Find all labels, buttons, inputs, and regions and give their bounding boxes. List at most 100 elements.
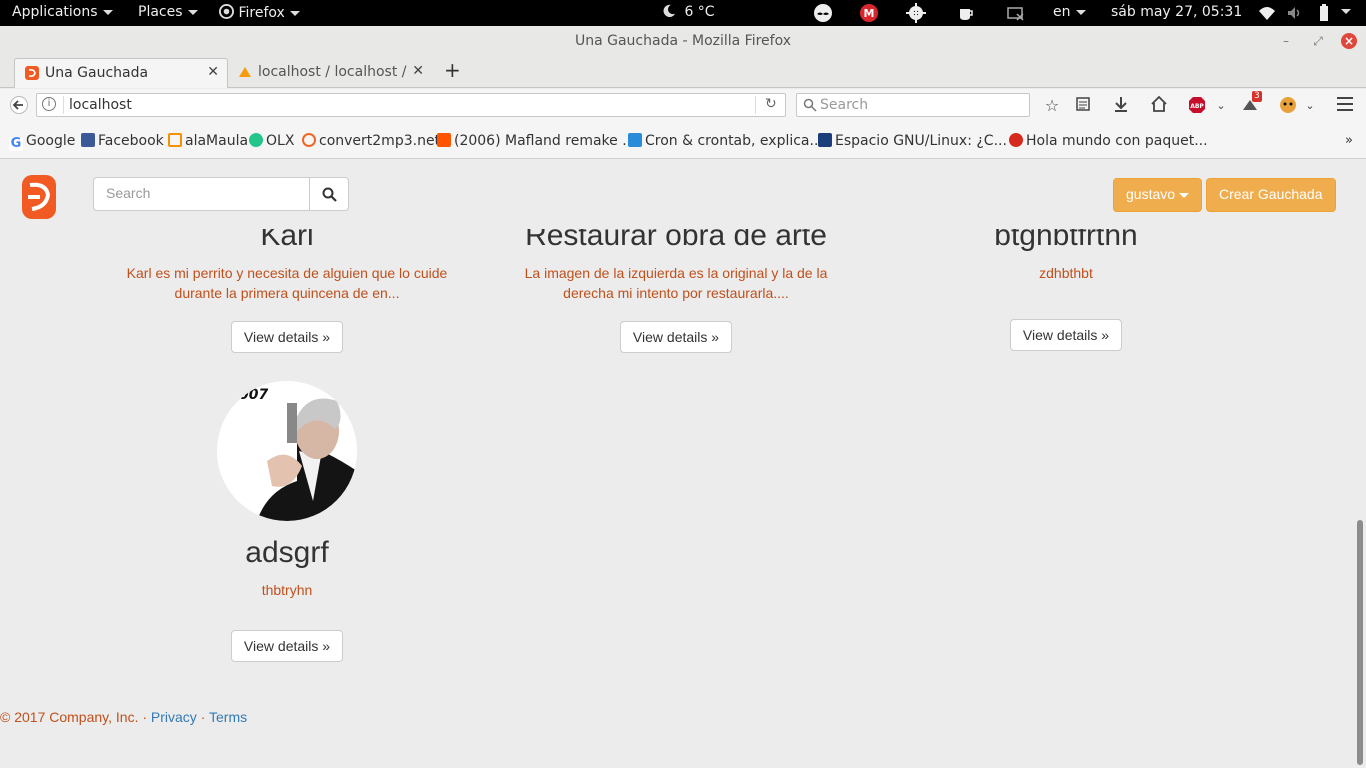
tab-label: Una Gauchada bbox=[45, 65, 149, 81]
svg-text:007: 007 bbox=[239, 387, 268, 403]
view-details-button[interactable]: View details » bbox=[230, 630, 344, 662]
tab-una-gauchada[interactable]: Una Gauchada ✕ bbox=[14, 58, 228, 88]
site-search-button[interactable] bbox=[309, 177, 349, 211]
minimize-button[interactable]: – bbox=[1278, 33, 1294, 49]
gauchada-card: btghbtfrthn zdhbthbt View details » bbox=[871, 219, 1261, 351]
gnu-icon bbox=[818, 133, 832, 147]
more-bookmarks-icon[interactable]: » bbox=[1345, 133, 1353, 148]
battery-icon[interactable] bbox=[1314, 3, 1334, 23]
site-search-input[interactable]: Search bbox=[93, 177, 310, 211]
gauchada-logo-icon[interactable] bbox=[22, 175, 56, 219]
new-tab-button[interactable]: + bbox=[444, 58, 461, 82]
mustache-extension-icon[interactable] bbox=[813, 3, 833, 23]
bookmark-alamaula[interactable]: alaMaula bbox=[168, 133, 248, 149]
debian-icon bbox=[1009, 133, 1023, 147]
site-footer: © 2017 Company, Inc. · Privacy · Terms bbox=[0, 709, 247, 725]
chevron-down-icon bbox=[1341, 8, 1351, 14]
gear-icon[interactable] bbox=[906, 3, 926, 23]
home-icon[interactable] bbox=[1149, 95, 1169, 116]
screen-icon[interactable] bbox=[1006, 3, 1026, 23]
search-placeholder: Search bbox=[106, 185, 151, 201]
back-button[interactable] bbox=[9, 96, 29, 116]
cup-icon[interactable] bbox=[956, 3, 976, 23]
applications-menu[interactable]: Applications bbox=[12, 4, 113, 20]
svg-text:M: M bbox=[864, 7, 875, 20]
chevron-down-icon bbox=[289, 10, 300, 16]
extension-icon[interactable]: 3 bbox=[1240, 91, 1262, 116]
site-search-group: Search bbox=[93, 177, 349, 211]
bookmark-mafland[interactable]: (2006) Mafland remake ... bbox=[437, 133, 636, 149]
hamburger-menu-icon[interactable] bbox=[1335, 96, 1355, 116]
chevron-down-icon[interactable]: ⌄ bbox=[1300, 96, 1320, 116]
browser-search-field[interactable]: Search bbox=[796, 93, 1030, 117]
bookmarks-toolbar: G Google Facebook alaMaula OLX convert2mp… bbox=[0, 123, 1366, 159]
bookmark-espacio-gnu[interactable]: Espacio GNU/Linux: ¿C... bbox=[818, 133, 1007, 149]
bookmark-label: Hola mundo con paquet... bbox=[1026, 133, 1208, 149]
close-tab-icon[interactable]: ✕ bbox=[207, 64, 219, 80]
bookmark-label: Espacio GNU/Linux: ¿C... bbox=[835, 133, 1007, 149]
chevron-down-icon bbox=[1179, 192, 1190, 198]
weather-indicator[interactable]: 6 °C bbox=[662, 4, 715, 20]
bookmark-cron[interactable]: Cron & crontab, explica... bbox=[628, 133, 823, 149]
bookmark-olx[interactable]: OLX bbox=[249, 133, 294, 149]
bookmark-star-icon[interactable]: ☆ bbox=[1042, 96, 1062, 116]
chevron-down-icon bbox=[187, 9, 198, 15]
terms-link[interactable]: Terms bbox=[209, 709, 247, 725]
view-details-button[interactable]: View details » bbox=[230, 321, 344, 353]
card-description: La imagen de la izquierda es la original… bbox=[524, 265, 828, 301]
tab-bar: Una Gauchada ✕ localhost / localhost / B… bbox=[0, 56, 1366, 88]
bookmark-label: convert2mp3.net bbox=[319, 133, 441, 149]
close-window-button[interactable]: × bbox=[1341, 33, 1357, 49]
places-menu[interactable]: Places bbox=[138, 4, 198, 20]
card-description: zdhbthbt bbox=[1039, 265, 1093, 281]
reload-icon[interactable]: ↻ bbox=[765, 96, 777, 112]
bookmark-hola-mundo[interactable]: Hola mundo con paquet... bbox=[1009, 133, 1208, 149]
chevron-down-icon[interactable]: ⌄ bbox=[1211, 96, 1231, 116]
bookmark-label: alaMaula bbox=[185, 133, 249, 149]
wifi-icon[interactable] bbox=[1257, 3, 1277, 23]
app-menu[interactable]: Firefox bbox=[219, 4, 300, 21]
gauchada-card: Karl Karl es mi perrito y necesita de al… bbox=[92, 219, 482, 353]
bookmark-label: (2006) Mafland remake ... bbox=[454, 133, 636, 149]
maximize-button[interactable]: ⤢ bbox=[1310, 33, 1326, 49]
mega-icon[interactable]: M bbox=[859, 3, 879, 23]
bookmark-convert2mp3[interactable]: convert2mp3.net bbox=[302, 133, 440, 149]
privacy-link[interactable]: Privacy bbox=[151, 709, 197, 725]
view-details-button[interactable]: View details » bbox=[1009, 319, 1123, 351]
bookmark-google[interactable]: G Google bbox=[9, 133, 75, 151]
url-text: localhost bbox=[69, 97, 132, 113]
volume-icon[interactable] bbox=[1285, 3, 1305, 23]
bookmark-facebook[interactable]: Facebook bbox=[81, 133, 164, 149]
navigation-bar: i localhost ↻ Search ☆ ABP ⌄ 3 ⌄ bbox=[0, 89, 1366, 123]
scrollbar-thumb[interactable] bbox=[1357, 520, 1363, 765]
applications-label: Applications bbox=[12, 4, 98, 20]
facebook-icon bbox=[81, 133, 95, 147]
adblock-icon[interactable]: ABP bbox=[1187, 96, 1207, 116]
system-top-bar: Applications Places Firefox 6 °C M en sá… bbox=[0, 0, 1366, 26]
url-bar[interactable]: i localhost ↻ bbox=[36, 93, 786, 117]
alamaula-icon bbox=[168, 133, 182, 147]
moon-icon bbox=[663, 4, 676, 18]
create-gauchada-button[interactable]: Crear Gauchada bbox=[1206, 178, 1336, 212]
chevron-down-icon bbox=[102, 9, 113, 15]
power-menu[interactable] bbox=[1336, 3, 1356, 23]
language-selector[interactable]: en bbox=[1053, 4, 1086, 20]
user-name: gustavo bbox=[1126, 186, 1176, 202]
gauchada-favicon-icon bbox=[25, 66, 39, 80]
google-icon: G bbox=[9, 136, 23, 151]
tab-phpmyadmin[interactable]: localhost / localhost / B ✕ bbox=[228, 58, 432, 88]
reading-list-icon[interactable] bbox=[1073, 96, 1093, 116]
chevron-down-icon bbox=[1075, 9, 1086, 15]
download-icon[interactable] bbox=[1111, 96, 1131, 116]
user-menu-button[interactable]: gustavo bbox=[1113, 178, 1203, 212]
clock[interactable]: sáb may 27, 05:31 bbox=[1111, 4, 1242, 20]
view-details-button[interactable]: View details » bbox=[619, 321, 733, 353]
search-placeholder: Search bbox=[820, 97, 869, 113]
card-description: Karl es mi perrito y necesita de alguien… bbox=[126, 265, 448, 301]
greasemonkey-icon[interactable] bbox=[1278, 96, 1298, 116]
gauchada-card: Restaurar obra de arte La imagen de la i… bbox=[481, 219, 871, 353]
info-icon[interactable]: i bbox=[42, 97, 56, 111]
convert2mp3-icon bbox=[302, 133, 316, 147]
close-tab-icon[interactable]: ✕ bbox=[410, 63, 424, 79]
bookmark-label: Facebook bbox=[98, 133, 164, 149]
